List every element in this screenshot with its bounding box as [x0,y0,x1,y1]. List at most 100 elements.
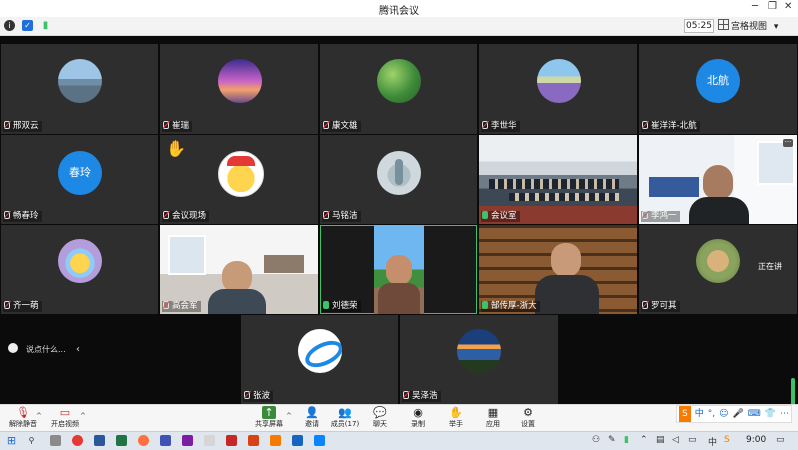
keyboard-icon[interactable]: ⌨ [748,406,761,422]
photo-lake-avatar [457,329,501,373]
participant-name: 高会军 [162,301,201,312]
meeting-timer: 05:25 [684,19,714,33]
ime-toolbar[interactable]: S 中 °, ☺ 🎤 ⌨ 👕 ⋯ [676,405,792,423]
chat-button[interactable]: 💬 聊天 [359,406,401,429]
mic-on-icon [482,301,488,309]
meeting-info-bar: i ✓ ▮ 05:25 宫格视图 ▾ [0,17,798,36]
share-screen-button[interactable]: ↑ 共享屏幕 [248,406,290,429]
participant-tile[interactable]: 吴泽浩 [400,315,558,404]
cartoon-pikachu-avatar [218,151,264,197]
collapse-chat-button[interactable]: ‹ [76,344,80,355]
mic-muted-icon [163,211,169,219]
grid-view-toggle[interactable]: 宫格视图 ▾ [718,19,778,32]
chrome-icon[interactable] [72,435,83,446]
participant-tile[interactable]: 会议室 [479,135,637,224]
sogou-tray-icon[interactable]: S [724,435,730,445]
more-options-icon[interactable]: ··· [783,139,793,147]
shield-icon[interactable]: ✓ [22,20,33,31]
restore-button[interactable]: ❐ [768,1,777,12]
emoji-icon[interactable]: ☺ [719,406,728,422]
folder-icon[interactable] [292,435,303,446]
participant-tile[interactable]: ··· 李鸿一 [639,135,797,224]
apps-grid-icon: ▦ [487,406,499,419]
grid-view-label: 宫格视图 [731,22,768,32]
participant-name: 郜传厚-浙大 [481,301,540,312]
input-lang-icon[interactable]: 中 [708,435,717,448]
mic-muted-icon [642,121,648,129]
participant-tile[interactable]: ✋ 会议现场 [160,135,318,224]
participant-tile[interactable]: 北航 崔洋洋-北航 [639,44,797,134]
participant-tile[interactable]: 邢双云 [1,44,158,134]
mic-muted-icon: 🎙 [16,406,30,419]
speaking-indicator: 正在讲 [758,262,782,271]
show-hidden-icons[interactable]: ⌃ [640,435,648,445]
participant-tile[interactable]: 马铭洁 [320,135,477,224]
participant-tile[interactable]: 齐一萌 [1,225,158,314]
excel-icon[interactable] [116,435,127,446]
mic-muted-icon [323,121,329,129]
settings-button[interactable]: ⚙ 设置 [507,406,549,429]
participant-tile[interactable]: 李世华 [479,44,637,134]
mic-muted-icon [642,301,648,309]
file-icon[interactable] [204,435,215,446]
raise-hand-button[interactable]: ✋ 举手 [435,406,477,429]
participant-tile[interactable]: 康文雄 [320,44,477,134]
participant-name: 李世华 [481,121,520,132]
participant-name: 会议现场 [162,211,210,222]
participant-name: 崔瑞 [162,121,193,132]
info-icon[interactable]: i [4,20,15,31]
chat-input[interactable]: 说点什么... [8,341,66,359]
record-icon: ◉ [413,406,423,419]
notification-icon[interactable]: ▭ [776,435,785,445]
skin-icon[interactable]: 👕 [765,406,776,422]
onenote-icon[interactable] [182,435,193,446]
search-icon[interactable]: ⚲ [26,435,37,446]
signal-icon[interactable]: ▮ [40,20,51,31]
pdf-icon[interactable] [226,435,237,446]
network-icon[interactable]: ▤ [656,435,665,445]
participant-name: 马铭洁 [322,211,361,222]
chevron-up-icon[interactable]: ^ [80,412,86,420]
participant-tile[interactable]: 郜传厚-浙大 [479,225,637,314]
close-button[interactable]: ✕ [784,1,792,12]
people-icon[interactable]: ⚇ [592,435,600,445]
participant-tile[interactable]: 刘德荣 [320,225,477,314]
windows-start-icon[interactable]: ⊞ [6,435,17,446]
app-icon[interactable] [160,435,171,446]
hand-icon: ✋ [449,406,463,419]
voice-icon[interactable]: 🎤 [733,406,744,422]
battery-icon[interactable]: ▭ [688,435,697,445]
participant-name: 会议室 [481,211,520,222]
chevron-up-icon[interactable]: ^ [36,412,42,420]
participant-tile[interactable]: 春玲 畅春玲 [1,135,158,224]
record-button[interactable]: ◉ 录制 [397,406,439,429]
mic-muted-icon [4,121,10,129]
participant-tile[interactable]: 张波 [241,315,398,404]
mic-muted-icon [244,391,250,399]
more-icon[interactable]: ⋯ [780,406,789,422]
browser-icon[interactable] [138,435,149,446]
participant-tile[interactable]: 高会军 [160,225,318,314]
raised-hand-icon: ✋ [166,139,186,158]
tencent-meeting-icon[interactable] [314,435,325,446]
minimize-button[interactable]: ─ [752,1,758,12]
participant-tile[interactable]: 崔瑞 [160,44,318,134]
participant-name: 刘德荣 [322,301,361,312]
chat-bubble-icon [8,343,18,353]
tray-mic-icon[interactable]: ▮ [624,435,629,445]
share-screen-icon: ↑ [262,406,276,419]
task-view-icon[interactable] [50,435,61,446]
ime-lang-toggle[interactable]: 中 [695,406,704,422]
video-grid: 邢双云 崔瑞 康文雄 李世华 北航 崔洋洋-北航 春玲 畅春玲 ✋ 会议现场 马… [0,36,798,404]
powerpoint-icon[interactable] [248,435,259,446]
mic-muted-icon [163,301,169,309]
wps-icon[interactable] [270,435,281,446]
punctuation-toggle[interactable]: °, [708,406,715,422]
volume-icon[interactable]: ◁ [672,435,679,445]
participant-name: 康文雄 [322,121,361,132]
participant-name: 邢双云 [3,121,42,132]
sogou-logo-icon[interactable]: S [679,406,691,422]
word-icon[interactable] [94,435,105,446]
pen-icon[interactable]: ✎ [608,435,616,445]
clock[interactable]: 9:00 [746,435,766,445]
